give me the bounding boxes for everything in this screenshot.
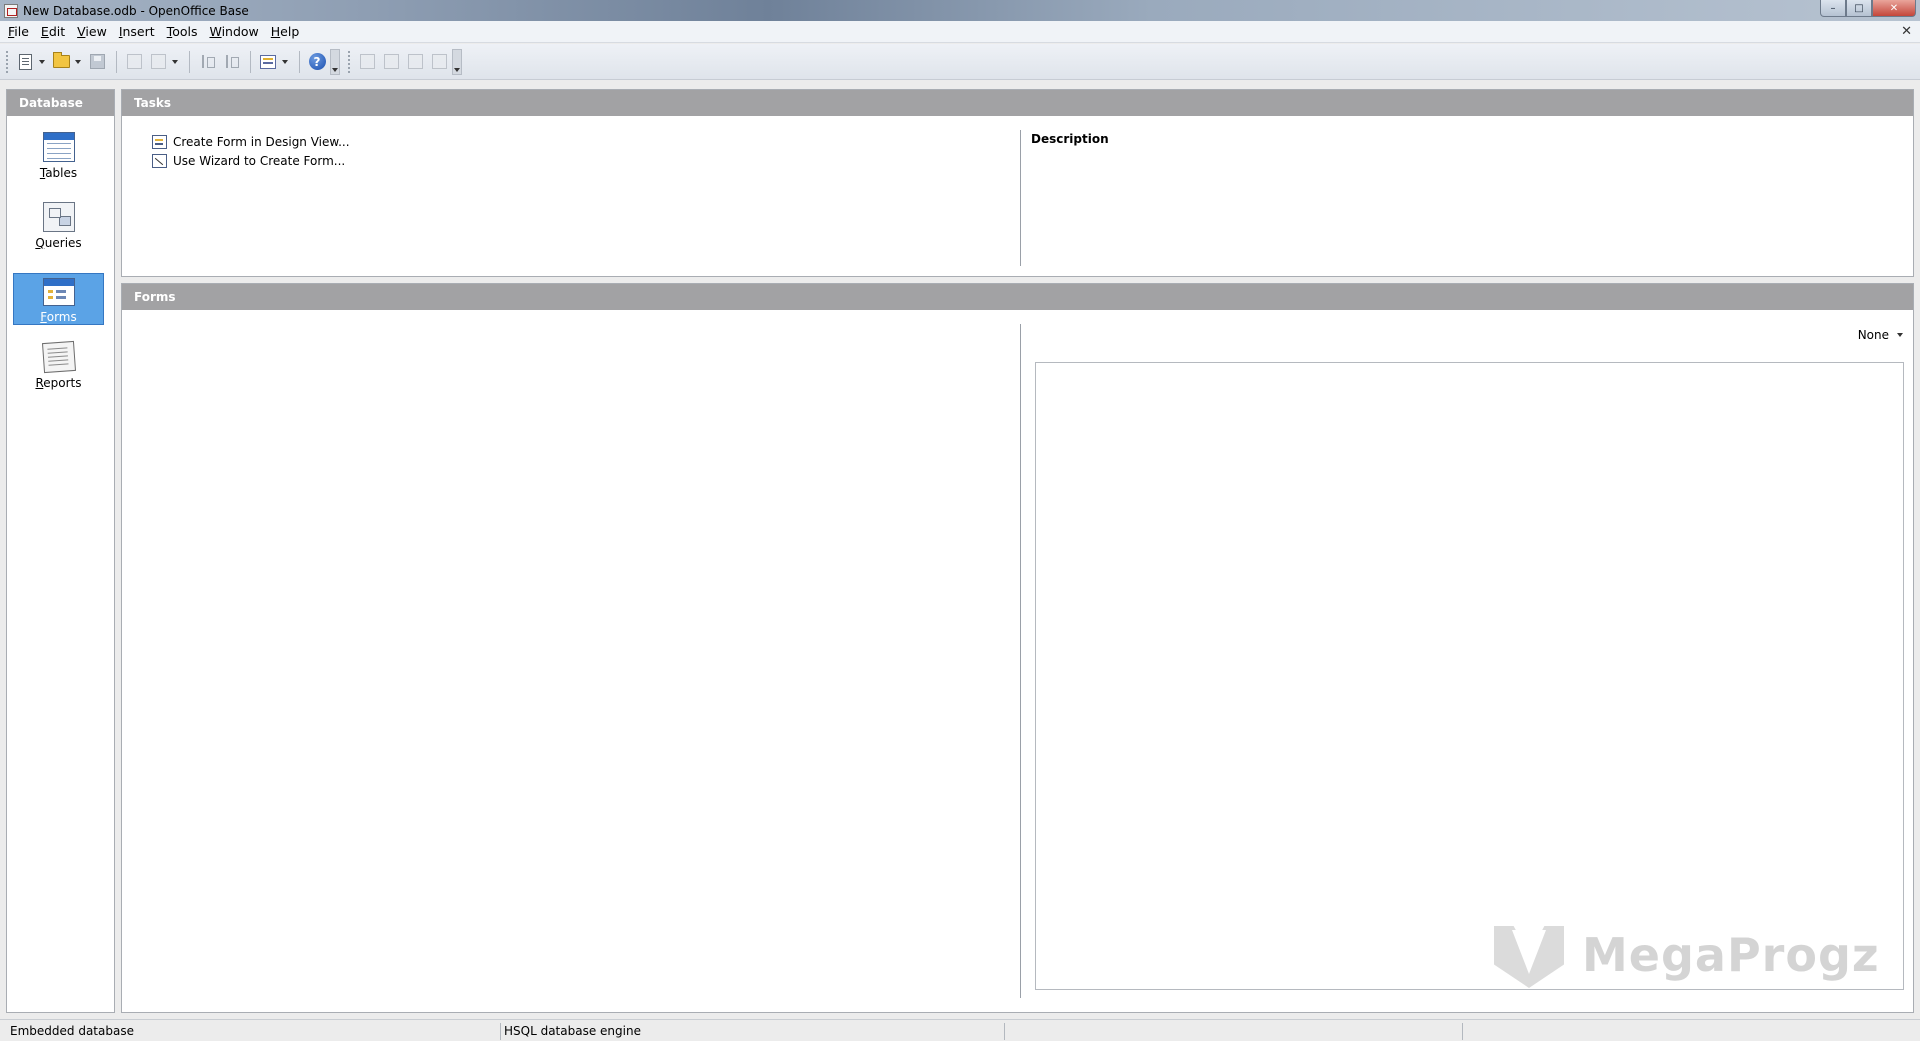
- paste-button[interactable]: [147, 51, 169, 73]
- forms-divider[interactable]: [1020, 324, 1021, 998]
- window-controls: – □ ✕: [1820, 0, 1916, 17]
- open-button[interactable]: [50, 51, 72, 73]
- menu-tools[interactable]: Tools: [163, 24, 202, 39]
- tasks-panel-header: Tasks: [122, 90, 1913, 116]
- open-dropdown[interactable]: [74, 51, 82, 73]
- help-icon: ?: [308, 53, 326, 70]
- chevron-down-icon: [1897, 333, 1903, 337]
- toolbar-grip[interactable]: [348, 50, 352, 73]
- status-bar: Embedded database HSQL database engine: [0, 1019, 1920, 1041]
- delete-object-icon: [407, 54, 423, 69]
- window-title: New Database.odb - OpenOffice Base: [23, 3, 249, 18]
- menu-window[interactable]: Window: [205, 24, 262, 39]
- toolbar-grip[interactable]: [6, 50, 10, 73]
- minimize-button[interactable]: –: [1820, 0, 1846, 17]
- menu-insert[interactable]: Insert: [115, 24, 159, 39]
- tasks-divider[interactable]: [1020, 130, 1021, 266]
- database-item-label: Reports: [35, 376, 82, 390]
- design-view-icon: [152, 134, 167, 149]
- copy-button[interactable]: [123, 51, 145, 73]
- paste-icon: [150, 54, 166, 69]
- task-use-wizard-create-form[interactable]: Use Wizard to Create Form...: [152, 151, 350, 170]
- database-item-label: Queries: [35, 236, 82, 250]
- toolbar-separator: [189, 50, 190, 73]
- form-button[interactable]: [257, 51, 279, 73]
- toolbar-separator: [250, 50, 251, 73]
- save-icon: [89, 54, 105, 69]
- toolbar-separator: [299, 50, 300, 73]
- toolbar-separator: [116, 50, 117, 73]
- new-document-button[interactable]: [14, 51, 36, 73]
- forms-icon: [42, 278, 75, 306]
- title-bar: New Database.odb - OpenOffice Base – □ ✕: [0, 0, 1920, 21]
- menu-edit[interactable]: Edit: [37, 24, 69, 39]
- form-dropdown[interactable]: [281, 51, 289, 73]
- new-document-dropdown[interactable]: [38, 51, 46, 73]
- open-object-button[interactable]: [356, 51, 378, 73]
- new-document-icon: [18, 53, 32, 70]
- tables-icon: [42, 132, 75, 162]
- status-separator: [1462, 1023, 1463, 1040]
- task-create-form-design-view[interactable]: Create Form in Design View...: [152, 132, 350, 151]
- rename-object-button[interactable]: [428, 51, 450, 73]
- close-document-icon[interactable]: ✕: [1901, 24, 1912, 39]
- edit-object-icon: [383, 54, 399, 69]
- tasks-panel: Tasks Create Form in Design View... Use …: [121, 89, 1914, 277]
- rename-object-icon: [431, 54, 447, 69]
- help-button[interactable]: ?: [306, 51, 328, 73]
- status-database-type: Embedded database: [10, 1024, 134, 1038]
- copy-icon: [126, 54, 142, 69]
- menu-file[interactable]: File: [4, 24, 33, 39]
- database-panel: Database Tables Queries Forms Reports: [6, 89, 115, 1013]
- wizard-icon: [152, 153, 167, 168]
- delete-object-button[interactable]: [404, 51, 426, 73]
- preview-area: [1035, 362, 1904, 990]
- open-folder-icon: [52, 52, 70, 68]
- database-item-reports[interactable]: Reports: [13, 338, 104, 390]
- database-item-queries[interactable]: Queries: [13, 198, 104, 250]
- preview-mode-select[interactable]: None: [1858, 328, 1903, 342]
- sort-ascending-icon: [200, 54, 215, 70]
- toolbar-overflow-button[interactable]: [330, 48, 340, 75]
- forms-panel: Forms None: [121, 283, 1914, 1013]
- reports-icon: [41, 340, 76, 374]
- watermark-text: MegaProgz: [1582, 928, 1880, 982]
- megaprogz-logo-icon: [1494, 920, 1564, 990]
- sort-descending-icon: [224, 54, 239, 70]
- status-separator: [500, 1023, 501, 1040]
- description-title: Description: [1031, 132, 1109, 146]
- menu-help[interactable]: Help: [267, 24, 304, 39]
- database-item-tables[interactable]: Tables: [13, 128, 104, 180]
- form-icon: [260, 54, 276, 69]
- open-object-icon: [359, 54, 375, 69]
- menu-view[interactable]: View: [73, 24, 111, 39]
- megaprogz-watermark: MegaProgz: [1494, 920, 1880, 990]
- paste-dropdown[interactable]: [171, 51, 179, 73]
- forms-panel-header: Forms: [122, 284, 1913, 310]
- database-item-forms[interactable]: Forms: [13, 273, 104, 325]
- queries-icon: [42, 202, 75, 232]
- database-panel-header: Database: [7, 90, 114, 116]
- database-item-label: Tables: [39, 166, 78, 180]
- menu-bar: File Edit View Insert Tools Window Help …: [0, 21, 1920, 43]
- tasks-list: Create Form in Design View... Use Wizard…: [152, 132, 350, 170]
- task-label: Use Wizard to Create Form...: [173, 153, 346, 168]
- maximize-button[interactable]: □: [1846, 0, 1872, 17]
- status-database-engine: HSQL database engine: [504, 1024, 641, 1038]
- status-separator: [1004, 1023, 1005, 1040]
- save-button[interactable]: [86, 51, 108, 73]
- database-item-label: Forms: [40, 310, 77, 324]
- edit-object-button[interactable]: [380, 51, 402, 73]
- toolbar-overflow-button[interactable]: [452, 48, 462, 75]
- sort-descending-button[interactable]: [220, 51, 242, 73]
- sort-ascending-button[interactable]: [196, 51, 218, 73]
- openoffice-base-icon: [4, 3, 18, 18]
- preview-mode-value: None: [1857, 328, 1889, 342]
- close-button[interactable]: ✕: [1872, 0, 1916, 17]
- task-label: Create Form in Design View...: [173, 134, 350, 149]
- standard-toolbar: ?: [0, 44, 1920, 80]
